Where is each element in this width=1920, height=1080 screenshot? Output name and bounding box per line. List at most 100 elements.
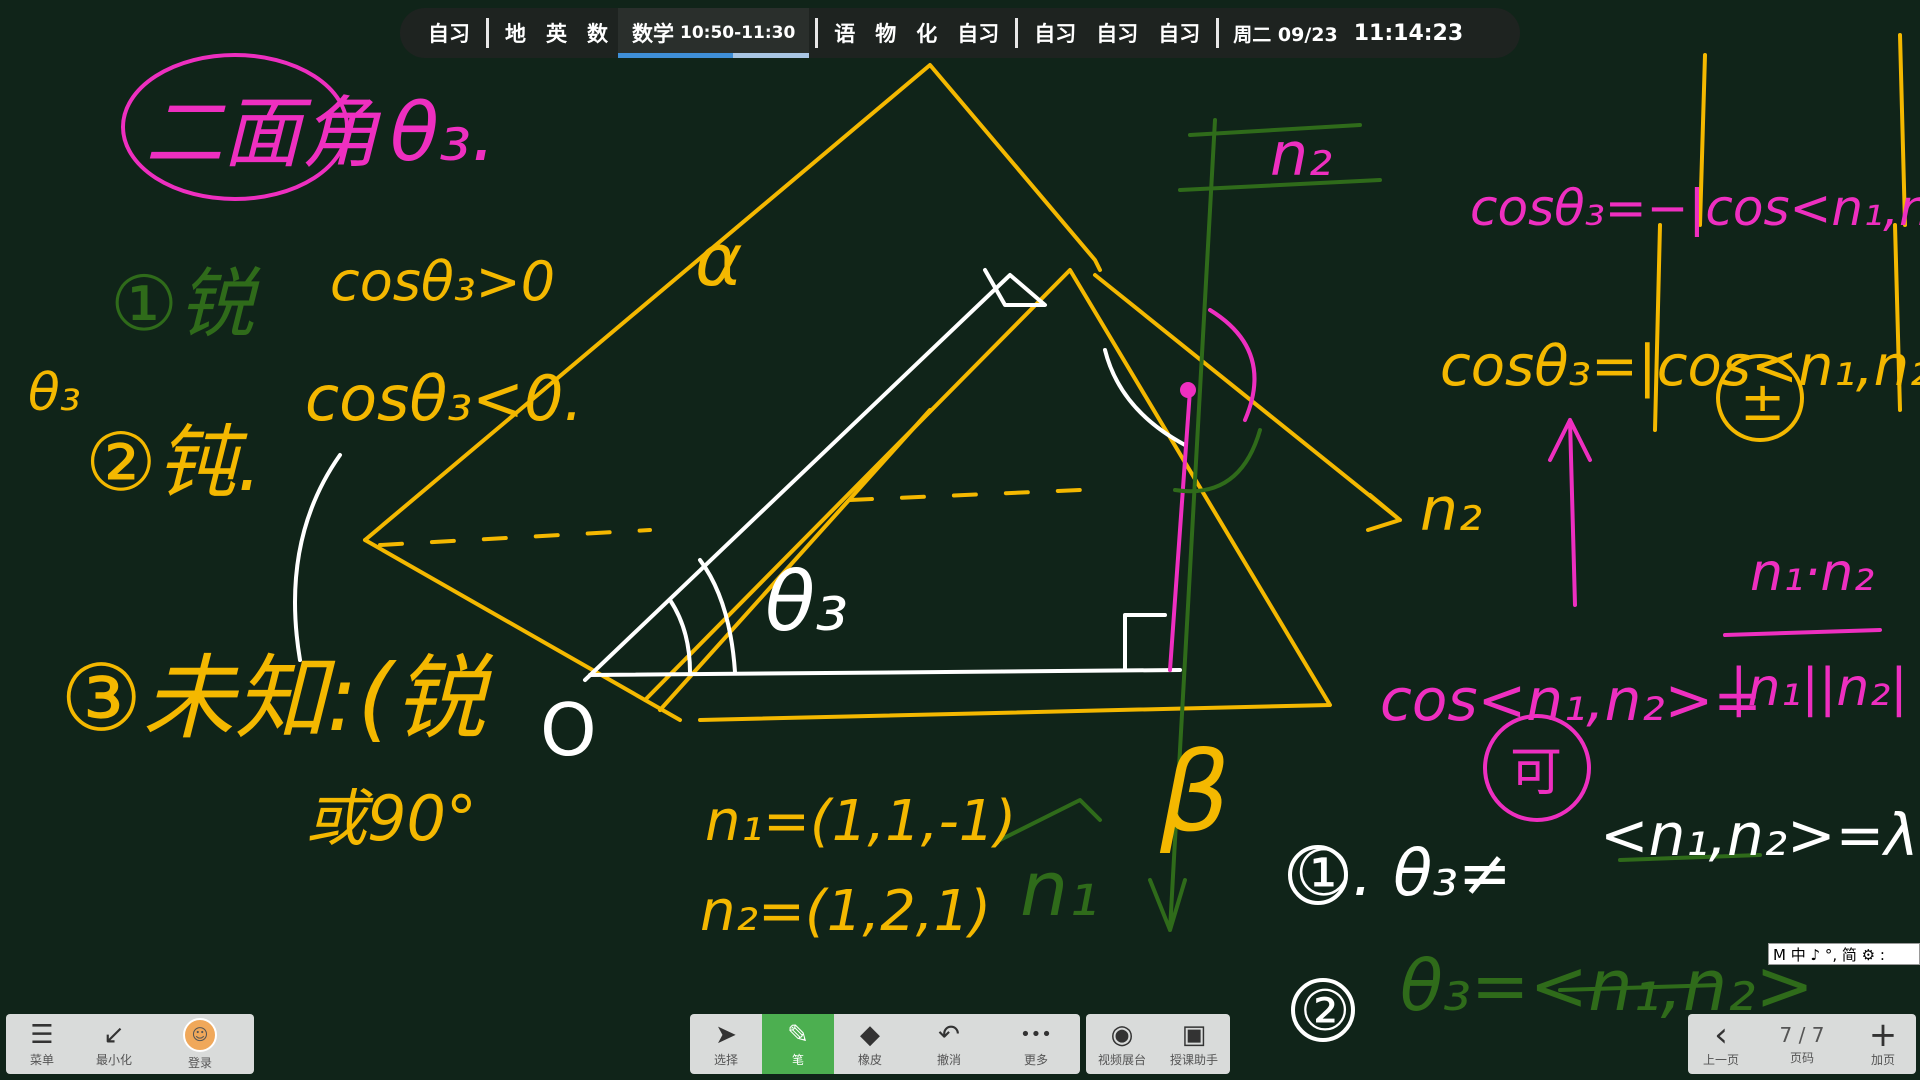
white-right-angle [1123, 613, 1167, 672]
n1-vector: n₁=(1,1,-1) [705, 789, 1016, 854]
title-text: 二面角 [145, 89, 382, 179]
teaching-assistant-button[interactable]: ▣ 授课助手 [1158, 1014, 1230, 1074]
alpha-label: α [695, 218, 742, 302]
class-progress-bar [618, 53, 810, 58]
more-icon: ••• [1020, 1023, 1052, 1045]
cos-negative: cosθ₃<0. [305, 362, 583, 435]
case2-label: ② [1300, 979, 1350, 1044]
more-button[interactable]: ••• 更多 [992, 1014, 1080, 1074]
eraser-icon: ◆ [860, 1019, 880, 1050]
undo-button[interactable]: ↶ 撤消 [906, 1014, 992, 1074]
whiteboard-canvas[interactable]: 二面角 θ₃. ①锐 cosθ₃>0 θ₃ ②钝. cosθ₃<0. ③未知:(… [0, 0, 1920, 1080]
minimize-label: 最小化 [95, 1052, 132, 1067]
n-top-label: n₂ [1270, 120, 1332, 190]
plus-minus: ± [1740, 370, 1785, 433]
schedule-item: 自习 [1096, 22, 1139, 46]
camera-icon: ◉ [1110, 1019, 1134, 1050]
page-number: 7 / 7 [1779, 1022, 1825, 1047]
select-icon: ➤ [715, 1019, 737, 1050]
login-avatar-icon: ☺ [183, 1017, 217, 1052]
plane-beta [643, 268, 1332, 722]
fraction-bottom: |n₁||n₂| [1730, 658, 1908, 718]
pink-up-arrow [1548, 418, 1592, 607]
undo-icon: ↶ [938, 1019, 960, 1050]
center-toolbar-2: ◉ 视频展台 ▣ 授课助手 [1086, 1014, 1230, 1074]
white-angle-arc-2 [668, 598, 692, 674]
white-line-base [588, 668, 1182, 677]
teaching-assistant-label: 授课助手 [1169, 1052, 1218, 1067]
schedule-item: 自习 [1034, 22, 1077, 46]
schedule-divider [1015, 18, 1019, 48]
schedule-divider [486, 18, 489, 48]
current-class: 数学 10:50-11:30 [618, 8, 810, 58]
current-class-time: 10:50-11:30 [680, 23, 796, 43]
minimize-button[interactable]: ↙ 最小化 [78, 1014, 150, 1074]
more-label: 更多 [1023, 1052, 1048, 1067]
pen-icon: ✎ [787, 1019, 809, 1050]
assistant-icon: ▣ [1181, 1019, 1207, 1050]
cos-abs-top: cosθ₃=−|cos<n₁,n₂>| [1470, 179, 1920, 237]
schedule-item: 自习 [1158, 22, 1201, 46]
schedule-item: 自习 [428, 22, 470, 46]
video-booth-button[interactable]: ◉ 视频展台 [1086, 1014, 1158, 1074]
undo-label: 撤消 [936, 1052, 961, 1067]
schedule-item: 数 [587, 22, 608, 46]
schedule-divider [1216, 18, 1220, 48]
pen-button[interactable]: ✎ 笔 [762, 1014, 834, 1074]
prev-page-button[interactable]: ‹ 上一页 [1688, 1014, 1754, 1074]
page-toolbar: ‹ 上一页 7 / 7 页码 + 加页 [1688, 1014, 1916, 1074]
cos-formula: cos<n₁,n₂>= [1380, 666, 1762, 734]
left-toolbar: ☰ 菜单 ↙ 最小化 ☺ 登录 [6, 1014, 254, 1074]
acute-label: ①锐 [110, 259, 261, 348]
theta3-center: θ₃ [765, 555, 848, 650]
ime-status-bar[interactable]: M 中 ♪ °, 简 ⚙ : [1768, 943, 1920, 965]
center-toolbar: ➤ 选择 ✎ 笔 ◆ 橡皮 ↶ 撤消 ••• 更多 [690, 1014, 1080, 1074]
cos-abs: cosθ₃=|cos<n₁,n₂>| [1440, 334, 1920, 399]
current-subject: 数学 [632, 22, 674, 46]
add-page-label: 加页 [1870, 1052, 1895, 1067]
class-schedule-bar: 自习 地 英 数 数学 10:50-11:30 语 物 化 自习 自习 自习 自… [400, 8, 1520, 58]
schedule-item: 英 [546, 22, 567, 46]
theta3-left: θ₃ [28, 363, 81, 423]
pink-arc [1208, 308, 1257, 422]
chevron-left-icon: ‹ [1714, 1014, 1728, 1055]
select-label: 选择 [713, 1052, 738, 1067]
schedule-clock: 11:14:23 [1353, 20, 1464, 46]
add-page-button[interactable]: + 加页 [1850, 1014, 1916, 1074]
schedule-date: 周二 09/23 [1233, 23, 1338, 46]
uncertain-label: ③未知:(锐 [60, 645, 493, 752]
n2-label: n₂ [1420, 475, 1482, 545]
login-button[interactable]: ☺ 登录 [150, 1014, 250, 1074]
schedule-item: 地 [505, 22, 526, 46]
page-label: 页码 [1789, 1050, 1814, 1065]
beta-label: β [1159, 728, 1230, 856]
schedule-divider [815, 18, 819, 48]
obtuse-label: ②钝. [85, 416, 262, 509]
plus-icon: + [1868, 1014, 1898, 1055]
dashed-line [378, 488, 1082, 547]
o-point: O [540, 688, 597, 772]
menu-button[interactable]: ☰ 菜单 [6, 1014, 78, 1074]
n2-vector: n₂=(1,2,1) [700, 879, 991, 944]
page-indicator[interactable]: 7 / 7 页码 [1754, 1014, 1850, 1074]
select-button[interactable]: ➤ 选择 [690, 1014, 762, 1074]
menu-label: 菜单 [29, 1052, 54, 1067]
menu-icon: ☰ [30, 1019, 54, 1050]
eraser-button[interactable]: ◆ 橡皮 [834, 1014, 906, 1074]
white-brace [293, 453, 342, 662]
pen-label: 笔 [791, 1052, 804, 1067]
cos-positive: cosθ₃>0 [330, 250, 555, 313]
fraction-line [1723, 628, 1882, 637]
schedule-item: 物 [875, 22, 897, 46]
n1-green-label: n₁ [1020, 844, 1099, 933]
class-progress-fill [618, 53, 733, 58]
video-booth-label: 视频展台 [1097, 1052, 1146, 1067]
schedule-item: 化 [916, 22, 938, 46]
prev-page-label: 上一页 [1702, 1052, 1739, 1067]
pink-point [1180, 382, 1196, 398]
ke-label: 可 [1510, 743, 1562, 803]
schedule-item: 自习 [957, 22, 1000, 46]
schedule-item: 语 [834, 22, 856, 46]
eraser-label: 橡皮 [857, 1052, 882, 1067]
case1-rhs: <n₁,n₂>=λ [1600, 801, 1919, 869]
